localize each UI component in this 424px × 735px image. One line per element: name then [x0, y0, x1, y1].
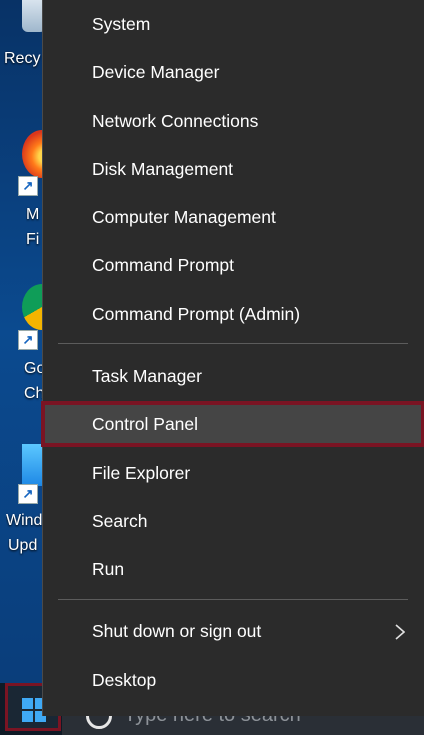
menu-item-command-prompt[interactable]: Command Prompt — [43, 245, 423, 285]
menu-item-device-manager[interactable]: Device Manager — [43, 52, 423, 92]
menu-item-desktop[interactable]: Desktop — [43, 660, 423, 700]
menu-item-label: Desktop — [92, 670, 157, 690]
menu-item-file-explorer[interactable]: File Explorer — [43, 453, 423, 493]
menu-item-control-panel[interactable]: Control Panel — [41, 401, 424, 447]
menu-item-label: Disk Management — [92, 159, 234, 179]
menu-item-label: File Explorer — [92, 463, 191, 483]
menu-item-label: Command Prompt (Admin) — [92, 304, 301, 324]
menu-item-label: Shut down or sign out — [92, 621, 262, 641]
shortcut-arrow-icon: ↗ — [18, 484, 38, 504]
menu-item-search[interactable]: Search — [43, 501, 423, 541]
menu-item-label: Run — [92, 559, 125, 579]
chevron-right-icon — [395, 624, 405, 640]
shortcut-arrow-icon: ↗ — [18, 176, 38, 196]
shortcut-arrow-icon: ↗ — [18, 330, 38, 350]
menu-item-computer-management[interactable]: Computer Management — [43, 197, 423, 237]
menu-item-label: Network Connections — [92, 111, 259, 131]
menu-item-task-manager[interactable]: Task Manager — [43, 356, 423, 396]
menu-item-label: Task Manager — [92, 366, 202, 386]
menu-item-disk-management[interactable]: Disk Management — [43, 149, 423, 189]
menu-item-label: Control Panel — [92, 414, 199, 434]
menu-item-run[interactable]: Run — [43, 549, 423, 589]
menu-item-system[interactable]: System — [43, 4, 423, 44]
menu-item-label: Device Manager — [92, 62, 220, 82]
menu-item-label: System — [92, 14, 151, 34]
menu-item-network-connections[interactable]: Network Connections — [43, 101, 423, 141]
menu-item-label: Command Prompt — [92, 255, 234, 275]
menu-separator — [58, 343, 408, 344]
menu-item-label: Computer Management — [92, 207, 276, 227]
menu-separator — [58, 599, 408, 600]
menu-item-command-prompt-admin[interactable]: Command Prompt (Admin) — [43, 294, 423, 334]
menu-item-label: Search — [92, 511, 148, 531]
power-user-menu: System Device Manager Network Connection… — [41, 0, 424, 716]
menu-item-shut-down[interactable]: Shut down or sign out — [43, 611, 423, 651]
